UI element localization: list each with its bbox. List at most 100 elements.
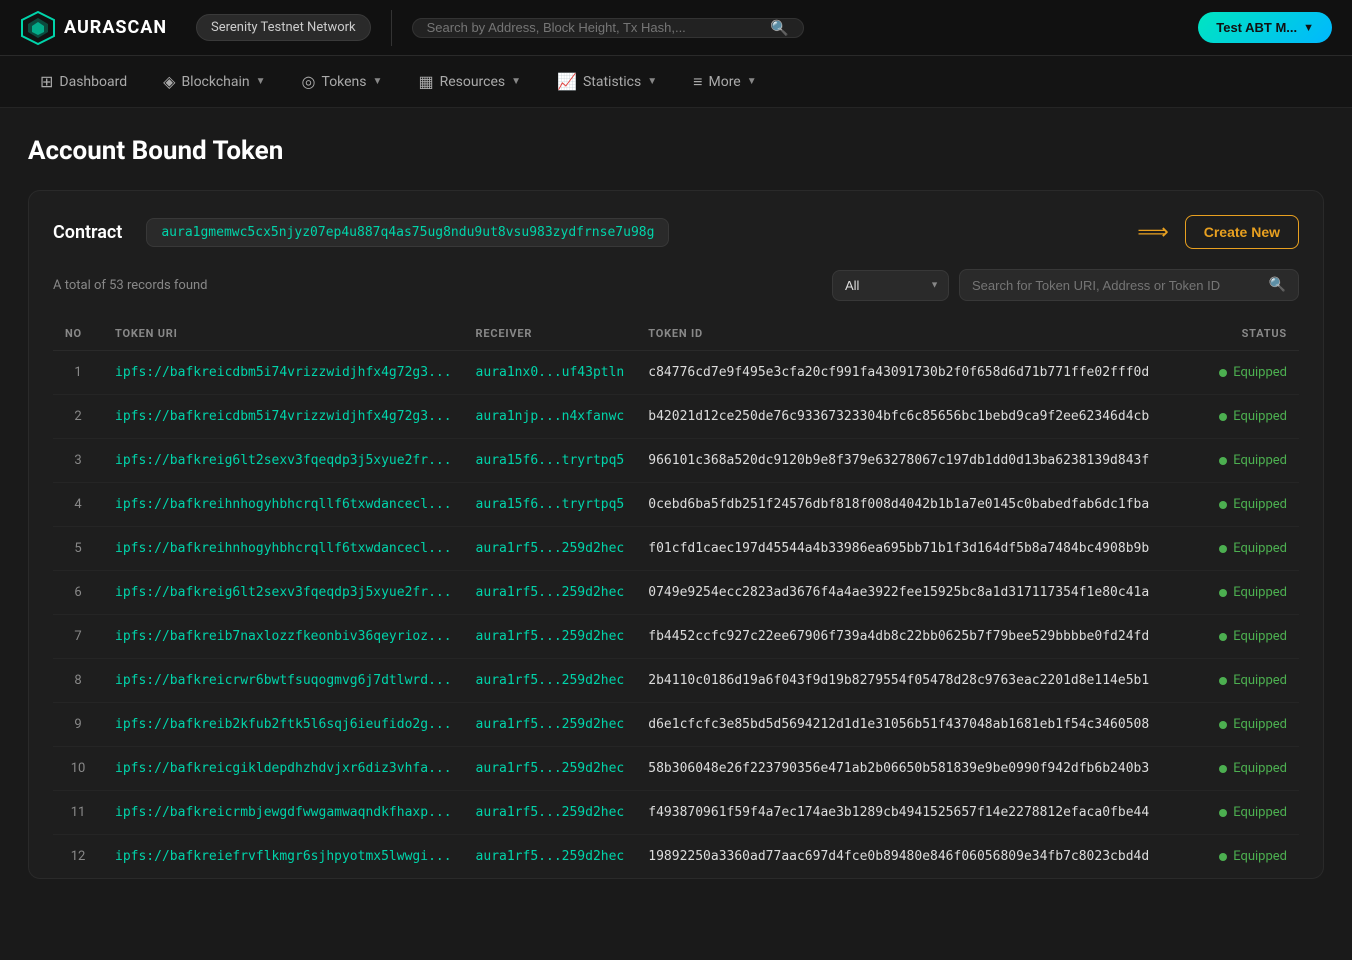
cell-no: 6: [53, 571, 103, 615]
dashboard-icon: ⊞: [40, 72, 53, 91]
cell-receiver[interactable]: aura1rf5...259d2hec: [464, 571, 637, 615]
status-label: Equipped: [1233, 541, 1287, 556]
sidebar-item-blockchain[interactable]: ◈ Blockchain ▼: [147, 64, 281, 99]
cell-token-uri[interactable]: ipfs://bafkreicrmbjewgdfwwgamwaqndkfhaxp…: [103, 791, 464, 835]
token-search-input[interactable]: [972, 278, 1261, 293]
cell-token-uri[interactable]: ipfs://bafkreib2kfub2ftk5l6sqj6ieufido2g…: [103, 703, 464, 747]
token-search-bar: 🔍: [959, 269, 1299, 301]
cell-no: 2: [53, 395, 103, 439]
cell-token-uri[interactable]: ipfs://bafkreicgikldepdhzhdvjxr6diz3vhfa…: [103, 747, 464, 791]
status-label: Equipped: [1233, 365, 1287, 380]
status-dot-icon: [1219, 809, 1227, 817]
sidebar-item-label: Blockchain: [181, 74, 249, 90]
status-dot-icon: [1219, 677, 1227, 685]
table-row: 3 ipfs://bafkreig6lt2sexv3fqeqdp3j5xyue2…: [53, 439, 1299, 483]
test-abt-button[interactable]: Test ABT M... ▼: [1198, 12, 1332, 43]
network-badge[interactable]: Serenity Testnet Network: [196, 14, 371, 41]
table-row: 12 ipfs://bafkreiefrvflkmgr6sjhpyotmx5lw…: [53, 835, 1299, 879]
cell-token-id: 19892250a3360ad77aac697d4fce0b89480e846f…: [636, 835, 1179, 879]
cell-status: Equipped: [1179, 395, 1299, 439]
cell-receiver[interactable]: aura1nx0...uf43ptln: [464, 351, 637, 395]
table-row: 1 ipfs://bafkreicdbm5i74vrizzwidjhfx4g72…: [53, 351, 1299, 395]
sidebar-item-more[interactable]: ≡ More ▼: [677, 64, 773, 100]
status-label: Equipped: [1233, 629, 1287, 644]
contract-label: Contract: [53, 222, 122, 243]
cell-status: Equipped: [1179, 439, 1299, 483]
table-row: 6 ipfs://bafkreig6lt2sexv3fqeqdp3j5xyue2…: [53, 571, 1299, 615]
sidebar-item-tokens[interactable]: ◎ Tokens ▼: [286, 64, 399, 99]
cell-token-id: f01cfd1caec197d45544a4b33986ea695bb71b1f…: [636, 527, 1179, 571]
cell-token-id: f493870961f59f4a7ec174ae3b1289cb49415256…: [636, 791, 1179, 835]
col-token-uri: TOKEN URI: [103, 317, 464, 351]
cell-token-uri[interactable]: ipfs://bafkreicrwr6bwtfsuqogmvg6j7dtlwrd…: [103, 659, 464, 703]
sidebar-item-statistics[interactable]: 📈 Statistics ▼: [541, 64, 673, 99]
table-header: NO TOKEN URI RECEIVER TOKEN ID STATUS: [53, 317, 1299, 351]
cell-receiver[interactable]: aura1rf5...259d2hec: [464, 615, 637, 659]
cell-receiver[interactable]: aura1rf5...259d2hec: [464, 527, 637, 571]
resources-icon: ▦: [418, 72, 433, 91]
contract-address-badge[interactable]: aura1gmemwc5cx5njyz07ep4u887q4as75ug8ndu…: [146, 218, 669, 247]
cell-token-id: 2b4110c0186d19a6f043f9d19b8279554f05478d…: [636, 659, 1179, 703]
logo-area: AURASCAN: [20, 10, 180, 46]
cell-status: Equipped: [1179, 703, 1299, 747]
contract-left: Contract aura1gmemwc5cx5njyz07ep4u887q4a…: [53, 218, 669, 247]
cell-receiver[interactable]: aura1rf5...259d2hec: [464, 835, 637, 879]
arrow-right-icon: ⟹: [1137, 220, 1169, 245]
records-count: A total of 53 records found: [53, 278, 208, 293]
logo-text: AURASCAN: [64, 17, 167, 38]
cell-token-uri[interactable]: ipfs://bafkreicdbm5i74vrizzwidjhfx4g72g3…: [103, 395, 464, 439]
status-filter-select[interactable]: All Equipped Unequipped: [832, 270, 949, 301]
cell-no: 5: [53, 527, 103, 571]
cell-status: Equipped: [1179, 615, 1299, 659]
col-status: STATUS: [1179, 317, 1299, 351]
cell-no: 8: [53, 659, 103, 703]
cell-receiver[interactable]: aura15f6...tryrtpq5: [464, 483, 637, 527]
subnav: ⊞ Dashboard ◈ Blockchain ▼ ◎ Tokens ▼ ▦ …: [0, 56, 1352, 108]
status-label: Equipped: [1233, 805, 1287, 820]
cell-token-id: 0cebd6ba5fdb251f24576dbf818f008d4042b1b1…: [636, 483, 1179, 527]
table-row: 2 ipfs://bafkreicdbm5i74vrizzwidjhfx4g72…: [53, 395, 1299, 439]
sidebar-item-resources[interactable]: ▦ Resources ▼: [402, 64, 537, 99]
table-row: 8 ipfs://bafkreicrwr6bwtfsuqogmvg6j7dtlw…: [53, 659, 1299, 703]
cell-token-uri[interactable]: ipfs://bafkreihnhogyhbhcrqllf6txwdancecl…: [103, 483, 464, 527]
status-label: Equipped: [1233, 453, 1287, 468]
cell-token-uri[interactable]: ipfs://bafkreiefrvflkmgr6sjhpyotmx5lwwgi…: [103, 835, 464, 879]
cell-token-uri[interactable]: ipfs://bafkreihnhogyhbhcrqllf6txwdancecl…: [103, 527, 464, 571]
statistics-icon: 📈: [557, 72, 577, 91]
cell-no: 7: [53, 615, 103, 659]
status-label: Equipped: [1233, 497, 1287, 512]
cell-status: Equipped: [1179, 483, 1299, 527]
cell-token-uri[interactable]: ipfs://bafkreig6lt2sexv3fqeqdp3j5xyue2fr…: [103, 439, 464, 483]
cell-receiver[interactable]: aura1njp...n4xfanwc: [464, 395, 637, 439]
cell-token-uri[interactable]: ipfs://bafkreig6lt2sexv3fqeqdp3j5xyue2fr…: [103, 571, 464, 615]
cell-no: 9: [53, 703, 103, 747]
cell-token-id: c84776cd7e9f495e3cfa20cf991fa43091730b2f…: [636, 351, 1179, 395]
tokens-icon: ◎: [302, 72, 316, 91]
cell-token-id: fb4452ccfc927c22ee67906f739a4db8c22bb062…: [636, 615, 1179, 659]
cell-token-uri[interactable]: ipfs://bafkreicdbm5i74vrizzwidjhfx4g72g3…: [103, 351, 464, 395]
cell-receiver[interactable]: aura1rf5...259d2hec: [464, 747, 637, 791]
cell-no: 12: [53, 835, 103, 879]
cell-no: 1: [53, 351, 103, 395]
cell-receiver[interactable]: aura1rf5...259d2hec: [464, 703, 637, 747]
search-bar: 🔍: [412, 18, 804, 38]
cell-token-uri[interactable]: ipfs://bafkreib7naxlozzfkeonbiv36qeyrioz…: [103, 615, 464, 659]
test-btn-label: Test ABT M...: [1216, 20, 1297, 35]
page-title: Account Bound Token: [28, 136, 1324, 166]
create-new-button[interactable]: Create New: [1185, 215, 1299, 249]
status-label: Equipped: [1233, 409, 1287, 424]
divider: [391, 10, 392, 46]
chevron-down-icon: ▼: [256, 76, 266, 87]
status-dot-icon: [1219, 369, 1227, 377]
blockchain-icon: ◈: [163, 72, 175, 91]
cell-receiver[interactable]: aura15f6...tryrtpq5: [464, 439, 637, 483]
status-label: Equipped: [1233, 673, 1287, 688]
cell-receiver[interactable]: aura1rf5...259d2hec: [464, 659, 637, 703]
search-input[interactable]: [427, 20, 763, 35]
topbar: AURASCAN Serenity Testnet Network 🔍 Test…: [0, 0, 1352, 56]
status-label: Equipped: [1233, 585, 1287, 600]
sidebar-item-dashboard[interactable]: ⊞ Dashboard: [24, 64, 143, 99]
status-dot-icon: [1219, 853, 1227, 861]
cell-no: 4: [53, 483, 103, 527]
cell-receiver[interactable]: aura1rf5...259d2hec: [464, 791, 637, 835]
